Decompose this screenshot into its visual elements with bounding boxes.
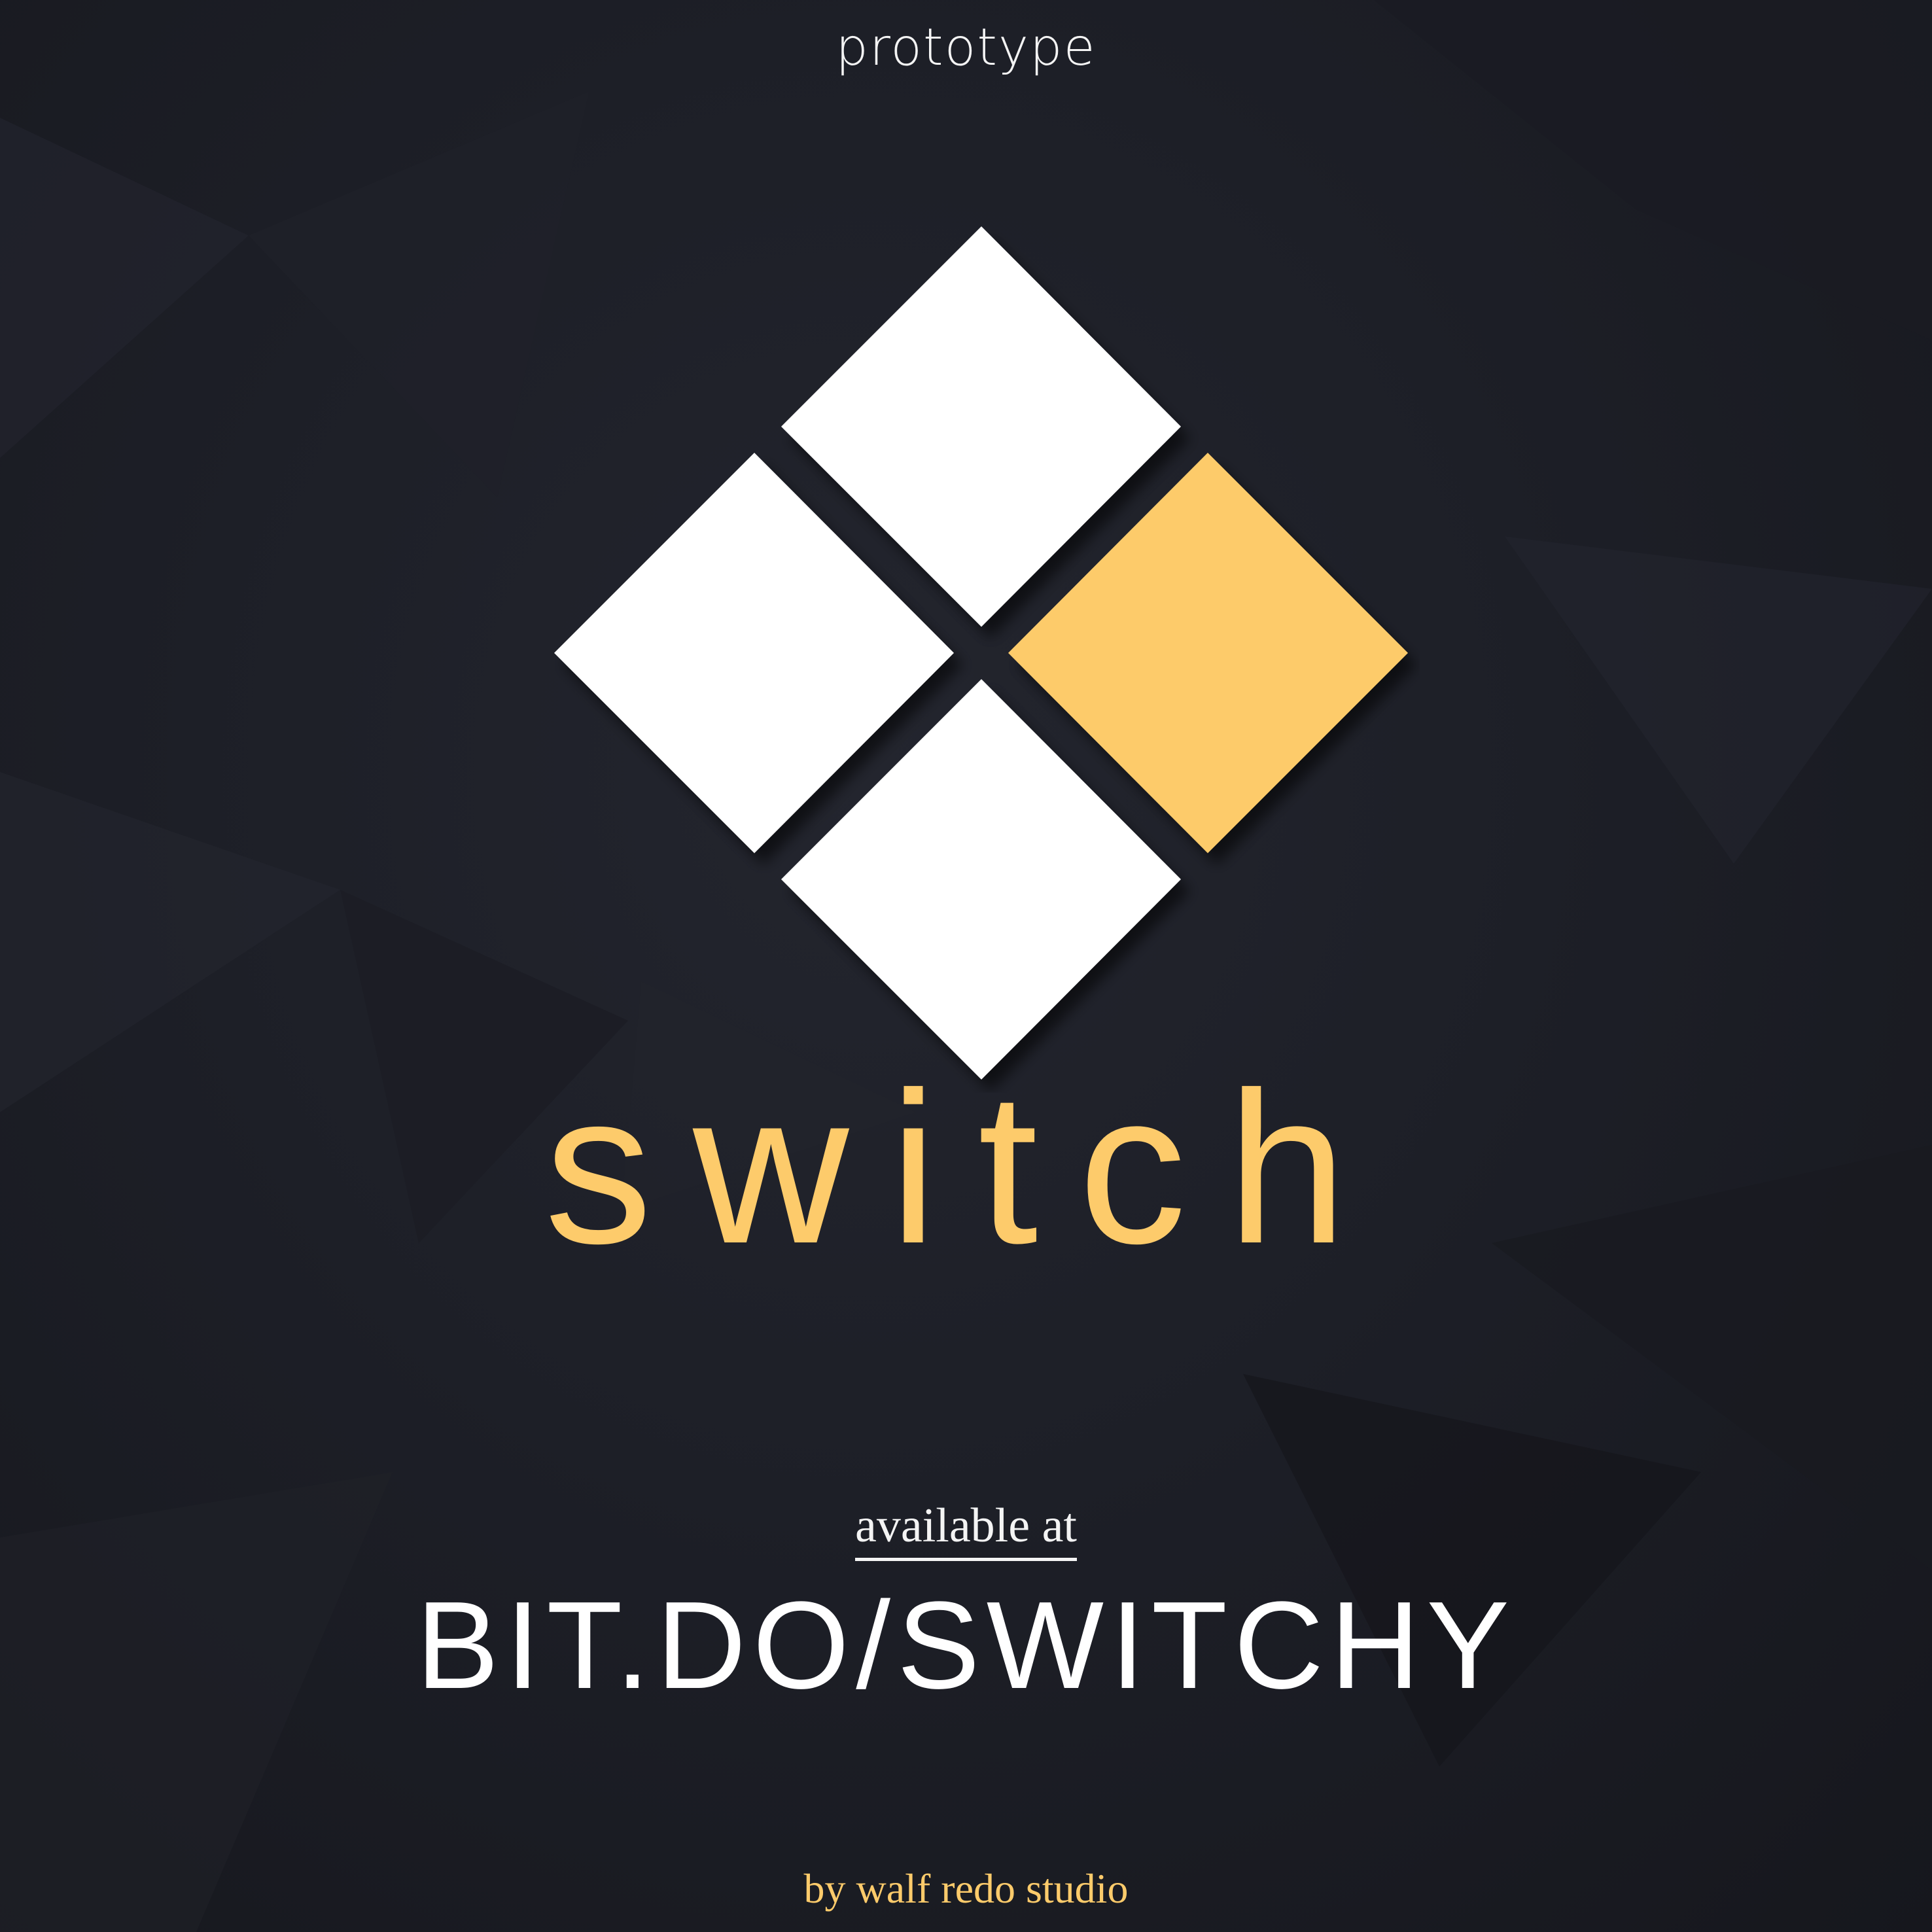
- prototype-label: prototype: [835, 18, 1097, 77]
- availability-intro: available at: [0, 1498, 1932, 1561]
- availability-intro-text: available at: [855, 1498, 1077, 1561]
- brand-wordmark: switch: [544, 1047, 1388, 1288]
- studio-credit: by walf redo studio: [803, 1865, 1129, 1912]
- download-url[interactable]: BIT.DO/SWITCHY: [0, 1583, 1932, 1708]
- switch-logo: [554, 226, 1408, 1080]
- poster: prototype switch available at BIT.DO/SWI…: [0, 0, 1932, 1932]
